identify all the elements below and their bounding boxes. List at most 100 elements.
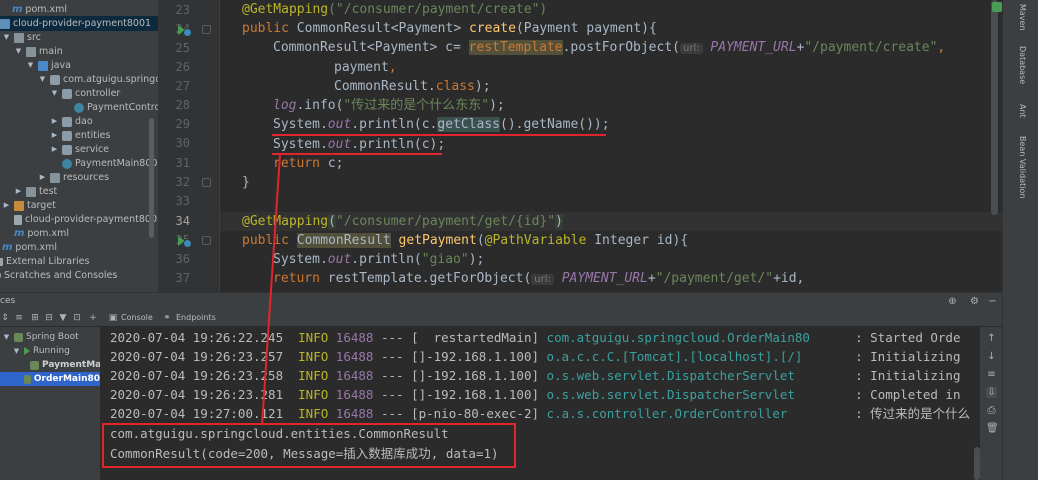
- log-line: 2020-07-04 19:26:23.257 INFO 16488 --- […: [110, 347, 960, 366]
- tree-item-service[interactable]: ▶ service: [50, 142, 109, 157]
- code-token: (: [476, 233, 485, 248]
- code-line: @GetMapping("/consumer/payment/create"): [242, 0, 1002, 19]
- code-token: getClass: [437, 117, 500, 132]
- tree-item-entities[interactable]: ▶ entities: [50, 128, 111, 143]
- code-token: Integer id){: [586, 233, 689, 248]
- tree-item-main[interactable]: ▼ main: [14, 44, 63, 59]
- package-icon: [62, 88, 72, 99]
- filter-icon[interactable]: ▼: [58, 313, 68, 323]
- tree-item-target[interactable]: ▶ target: [2, 198, 56, 213]
- minimize-icon[interactable]: −: [987, 296, 998, 307]
- code-editor[interactable]: @GetMapping("/consumer/payment/create") …: [220, 0, 1002, 292]
- group-icon[interactable]: ⊞: [30, 313, 40, 323]
- chevron-right-icon[interactable]: ▶: [50, 128, 59, 143]
- code-line: return restTemplate.getForObject(url: PA…: [273, 269, 1002, 288]
- log-sep: ---: [380, 406, 404, 421]
- log-thread: []-192.168.1.100]: [411, 387, 540, 402]
- chevron-down-icon[interactable]: ▼: [38, 72, 47, 87]
- globe-icon[interactable]: ⊕: [947, 296, 958, 307]
- layout-icon[interactable]: ⊟: [44, 313, 54, 323]
- tree-item-external-libraries[interactable]: External Libraries: [0, 254, 89, 269]
- panel-title: ces: [0, 296, 16, 306]
- tool-tab-database[interactable]: Database: [1018, 46, 1027, 84]
- code-token: ,: [937, 40, 946, 55]
- code-line: }: [242, 173, 1002, 192]
- tab-endpoints[interactable]: Endpoints: [176, 313, 216, 322]
- tree-item-pom[interactable]: m pom.xml: [14, 226, 69, 241]
- tree-item-test[interactable]: ▶ test: [14, 184, 57, 199]
- run-gutter-icon[interactable]: [178, 236, 192, 248]
- code-line: System.out.println("giao");: [273, 250, 1002, 269]
- collapse-icon[interactable]: ≡: [14, 313, 24, 323]
- code-token: .println(: [351, 252, 422, 267]
- tree-item-iml[interactable]: cloud-provider-payment8001.iml: [14, 212, 158, 227]
- chevron-down-icon[interactable]: ▼: [12, 344, 21, 358]
- folder-icon: [14, 200, 24, 211]
- fold-icon[interactable]: [202, 25, 211, 34]
- tree-item-payment-controller[interactable]: PaymentController: [74, 100, 158, 115]
- open-icon[interactable]: ⊡: [72, 313, 82, 323]
- chevron-right-icon[interactable]: ▶: [38, 170, 47, 185]
- arrow-down-icon[interactable]: ↓: [986, 351, 997, 362]
- line-number: 33: [175, 194, 190, 208]
- chevron-down-icon[interactable]: ▼: [2, 330, 11, 344]
- code-token: public: [242, 233, 289, 248]
- annotation-underline: [272, 153, 442, 155]
- spring-boot-icon: [24, 374, 31, 384]
- tool-tab-ant[interactable]: Ant: [1018, 104, 1027, 118]
- tree-item-dao[interactable]: ▶ dao: [50, 114, 93, 129]
- service-group-spring-boot[interactable]: ▼ Spring Boot: [2, 330, 79, 344]
- tree-item-label: pom.xml: [25, 4, 68, 15]
- fold-icon[interactable]: [202, 178, 211, 187]
- project-scrollbar[interactable]: [149, 118, 154, 238]
- tree-item-controller[interactable]: ▼ controller: [50, 86, 121, 101]
- code-token: ().getName());: [500, 117, 610, 132]
- tree-item-java[interactable]: ▼ java: [26, 58, 71, 73]
- tree-item-src[interactable]: ▼ src: [2, 30, 41, 45]
- code-token: ,: [388, 60, 397, 75]
- tab-console[interactable]: Console: [121, 313, 153, 322]
- soft-wrap-icon[interactable]: ≡: [986, 369, 997, 380]
- gear-icon[interactable]: ⚙: [969, 296, 980, 307]
- print-icon[interactable]: ⎙: [986, 405, 997, 416]
- tool-tab-maven[interactable]: Maven: [1018, 4, 1027, 31]
- code-token: return: [273, 271, 320, 286]
- chevron-right-icon[interactable]: ▶: [14, 184, 23, 199]
- service-group-running[interactable]: ▼ Running: [12, 344, 70, 358]
- scroll-to-end-icon[interactable]: ⇩: [986, 387, 997, 398]
- tree-item-payment-main[interactable]: PaymentMain8001: [62, 156, 158, 171]
- console-actions: ↑ ↓ ≡ ⇩ ⎙ 🗑: [980, 327, 1002, 480]
- maven-icon: m: [12, 4, 23, 15]
- editor-gutter: 23 24 25 26 27 28 29 30 31 32 33 34 35 3…: [158, 0, 220, 292]
- inspection-ok-icon[interactable]: [992, 2, 1002, 12]
- line-number: 30: [175, 136, 190, 150]
- service-order[interactable]: OrderMain80: [0, 372, 100, 386]
- tree-item-pom[interactable]: m pom.xml: [2, 240, 57, 255]
- log-message: : Started Orde: [855, 330, 961, 345]
- log-line: 2020-07-04 19:26:23.281 INFO 16488 --- […: [110, 385, 960, 404]
- tree-item-scratches[interactable]: Scratches and Consoles: [0, 268, 117, 283]
- chevron-down-icon[interactable]: ▼: [26, 58, 35, 73]
- chevron-right-icon[interactable]: ▶: [50, 114, 59, 129]
- chevron-right-icon[interactable]: ▶: [50, 142, 59, 157]
- fold-icon[interactable]: [202, 236, 211, 245]
- chevron-down-icon[interactable]: ▼: [14, 44, 23, 59]
- tool-tab-bean-validation[interactable]: Bean Validation: [1018, 136, 1027, 198]
- chevron-down-icon[interactable]: ▼: [50, 86, 59, 101]
- run-gutter-icon[interactable]: [178, 25, 192, 37]
- code-token: ("/consumer/payment/create"): [328, 2, 548, 17]
- tree-item-resources[interactable]: ▶ resources: [38, 170, 109, 185]
- editor-scrollbar[interactable]: [991, 0, 998, 215]
- code-token: @GetMapping: [242, 214, 329, 229]
- tree-item-package[interactable]: ▼ com.atguigu.springcloud: [38, 72, 158, 87]
- chevron-right-icon[interactable]: ▶: [2, 198, 11, 213]
- chevron-down-icon[interactable]: ▼: [2, 30, 11, 45]
- folder-icon: [14, 32, 24, 43]
- trash-icon[interactable]: 🗑: [986, 423, 999, 434]
- service-payment[interactable]: PaymentMai: [30, 358, 100, 372]
- arrow-up-icon[interactable]: ↑: [986, 333, 997, 344]
- tree-item-pom[interactable]: m pom.xml: [12, 2, 67, 17]
- add-icon[interactable]: +: [88, 313, 98, 323]
- expand-all-icon[interactable]: ⇕: [0, 313, 10, 323]
- tree-item-module[interactable]: cloud-provider-payment8001: [0, 16, 158, 31]
